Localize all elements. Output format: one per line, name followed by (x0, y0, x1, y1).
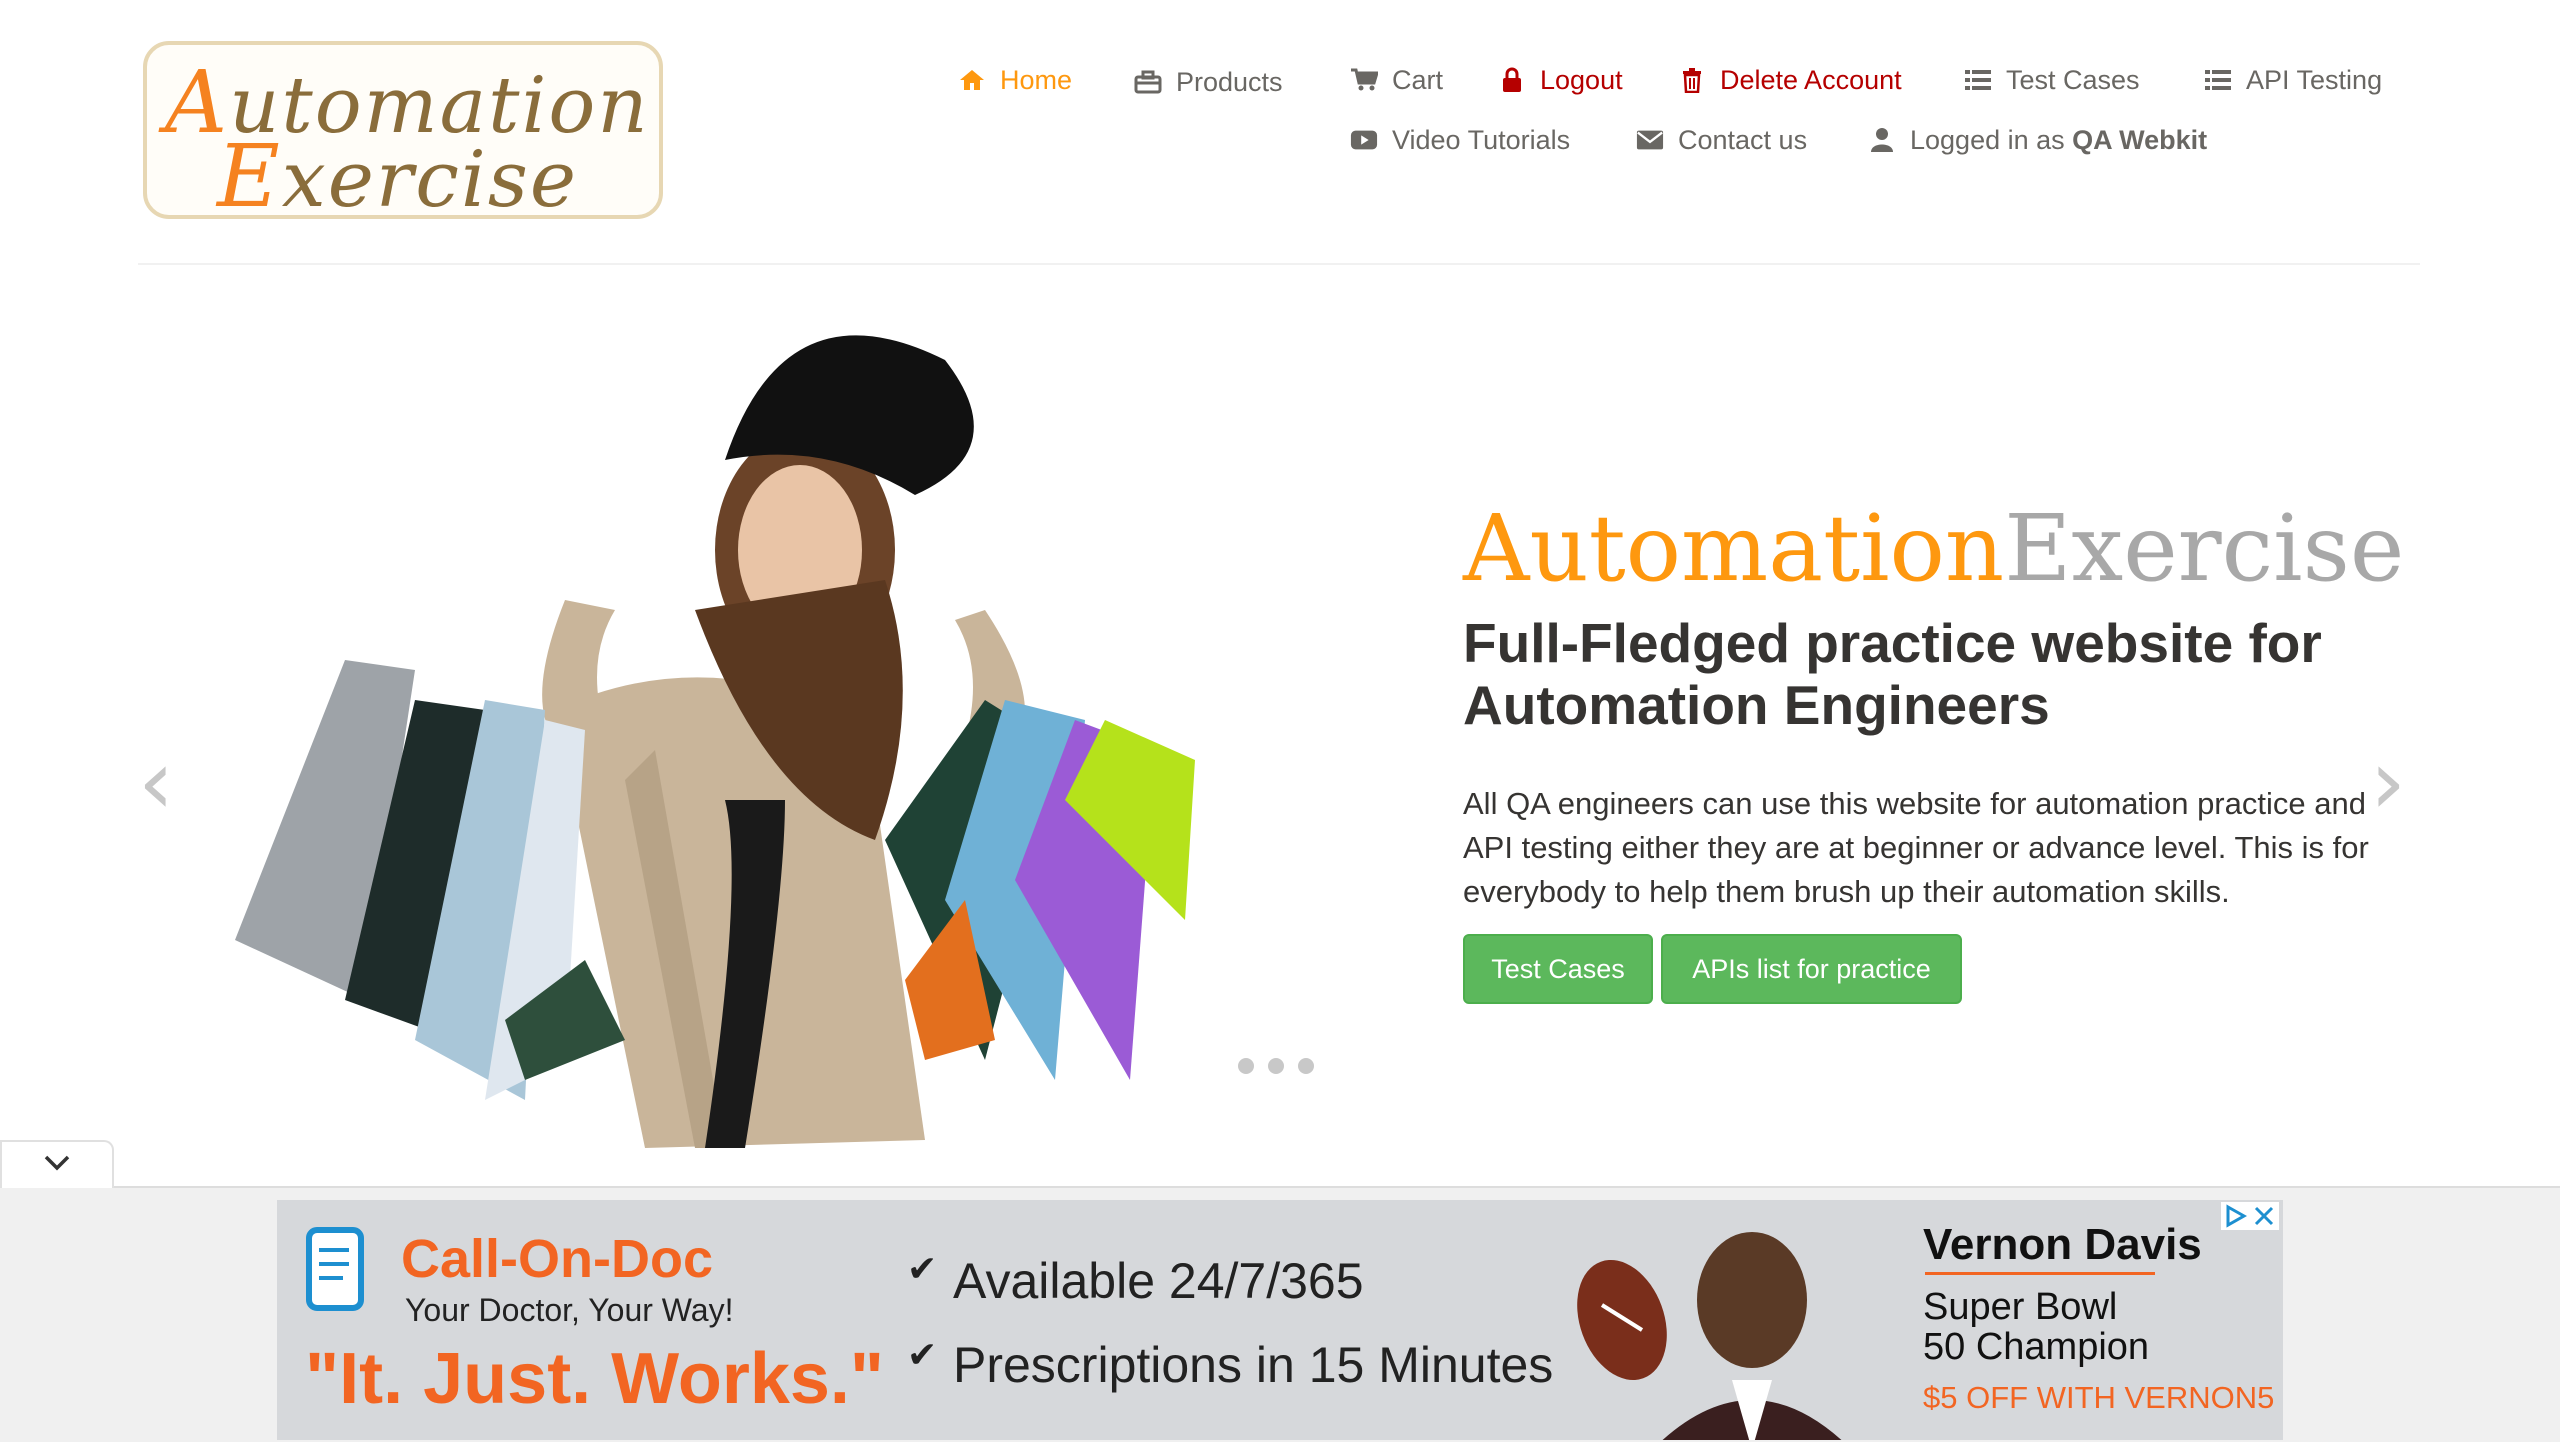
trash-icon (1678, 67, 1706, 93)
test-cases-button[interactable]: Test Cases (1463, 934, 1653, 1004)
nav-api-testing[interactable]: API Testing (2204, 60, 2382, 100)
slider-dot[interactable] (1298, 1058, 1314, 1074)
envelope-icon (1636, 129, 1664, 151)
lock-icon (1498, 67, 1526, 93)
user-icon (1868, 127, 1896, 153)
adchoices-icon[interactable] (2225, 1204, 2248, 1233)
nav-delete-account[interactable]: Delete Account (1678, 60, 1902, 100)
nav-home[interactable]: Home (958, 60, 1072, 100)
home-icon (958, 69, 986, 91)
ad-offer: $5 OFF WITH VERNON5 (1923, 1380, 2275, 1415)
nav-contact-us[interactable]: Contact us (1636, 120, 1807, 160)
collapse-ad-tab[interactable] (0, 1140, 114, 1188)
youtube-icon (1350, 129, 1378, 151)
hero-headline: Full-Fledged practice website for Automa… (1463, 612, 2322, 736)
ad-person-name: Vernon Davis (1923, 1220, 2202, 1269)
hero-brand-title: AutomationExercise (1463, 495, 2405, 602)
nav-products[interactable]: Products (1134, 62, 1283, 102)
nav-video-tutorials[interactable]: Video Tutorials (1350, 120, 1570, 160)
ad-brand: Call-On-Doc (401, 1229, 714, 1289)
ad-title-1: Super Bowl (1923, 1286, 2118, 1328)
ad-tagline: Your Doctor, Your Way! (405, 1292, 734, 1328)
slider-prev-arrow[interactable]: ‹ (138, 730, 174, 835)
check-icon: ✔ (907, 1334, 938, 1375)
ad-point-2: Prescriptions in 15 Minutes (953, 1337, 1554, 1393)
close-ad-icon[interactable] (2253, 1204, 2275, 1233)
check-icon: ✔ (907, 1248, 938, 1289)
list-icon (2204, 69, 2232, 91)
hero-image-shopping-girl (235, 335, 1195, 1148)
ad-choices[interactable] (2221, 1202, 2279, 1230)
nav-test-cases[interactable]: Test Cases (1964, 60, 2140, 100)
apis-list-button[interactable]: APIs list for practice (1661, 934, 1962, 1004)
username: QA Webkit (2072, 124, 2208, 155)
nav-logged-in-as: Logged in as QA Webkit (1868, 120, 2207, 160)
advertisement-banner[interactable]: Call-On-Doc Your Doctor, Your Way! "It. … (277, 1200, 2283, 1440)
nav-logout[interactable]: Logout (1498, 60, 1623, 100)
ad-title-2: 50 Champion (1923, 1326, 2150, 1368)
chevron-down-icon (43, 1154, 71, 1177)
phone-doc-icon (303, 1224, 373, 1329)
slider-dot[interactable] (1238, 1058, 1254, 1074)
logo-line2: Exercise (217, 127, 579, 227)
ad-name-underline (1925, 1272, 2155, 1275)
site-logo[interactable]: Automation Exercise (143, 41, 663, 227)
briefcase-icon (1134, 70, 1162, 94)
ad-person-photo (1562, 1210, 1902, 1440)
slider-dot[interactable] (1268, 1058, 1284, 1074)
slider-indicators (1238, 1058, 1314, 1074)
list-icon (1964, 69, 1992, 91)
nav-cart[interactable]: Cart (1350, 60, 1443, 100)
ad-slogan: "It. Just. Works." (305, 1339, 885, 1419)
ad-point-1: Available 24/7/365 (953, 1253, 1364, 1309)
cart-icon (1350, 68, 1378, 92)
header-divider (138, 263, 2420, 265)
hero-description: All QA engineers can use this website fo… (1463, 786, 2369, 909)
